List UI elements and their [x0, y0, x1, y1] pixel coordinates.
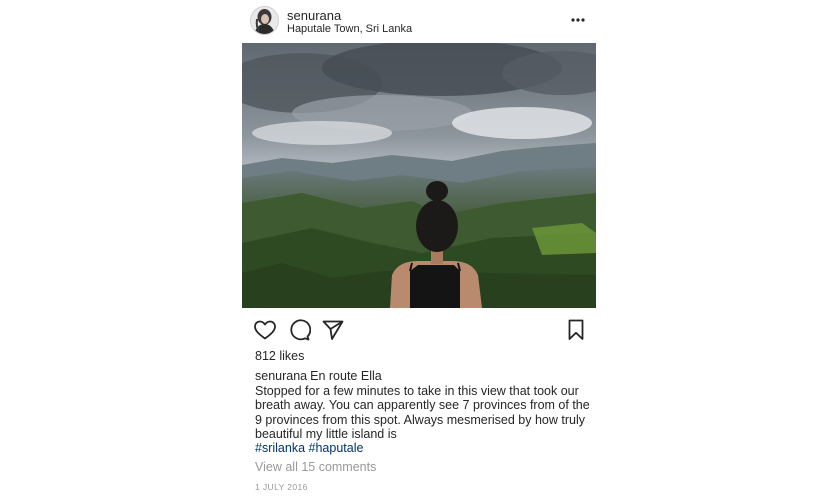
post-location[interactable]: Haputale Town, Sri Lanka: [287, 23, 412, 35]
post-card: senurana Haputale Town, Sri Lanka 812 li…: [242, 0, 596, 500]
post-username[interactable]: senurana: [287, 8, 341, 23]
heart-icon[interactable]: [253, 318, 277, 342]
action-bar: [242, 318, 596, 342]
send-icon[interactable]: [321, 318, 345, 342]
view-comments-link[interactable]: View all 15 comments: [255, 460, 376, 474]
likes-count[interactable]: 812 likes: [255, 349, 304, 363]
caption-title: En route Ella: [310, 369, 382, 383]
bookmark-icon[interactable]: [564, 318, 588, 342]
avatar[interactable]: [250, 6, 279, 35]
more-options-icon[interactable]: [570, 13, 586, 25]
post-photo[interactable]: [242, 43, 596, 308]
comment-icon[interactable]: [287, 318, 312, 342]
hashtag-link[interactable]: #srilanka: [255, 441, 305, 455]
caption: senurana En route Ella Stopped for a few …: [255, 369, 591, 442]
post-header: senurana Haputale Town, Sri Lanka: [242, 5, 596, 39]
post-date: 1 JULY 2016: [255, 482, 308, 492]
caption-username[interactable]: senurana: [255, 369, 307, 383]
caption-body: Stopped for a few minutes to take in thi…: [255, 383, 590, 442]
hashtags: #srilanka #haputale: [255, 441, 363, 455]
hashtag-link[interactable]: #haputale: [309, 441, 364, 455]
